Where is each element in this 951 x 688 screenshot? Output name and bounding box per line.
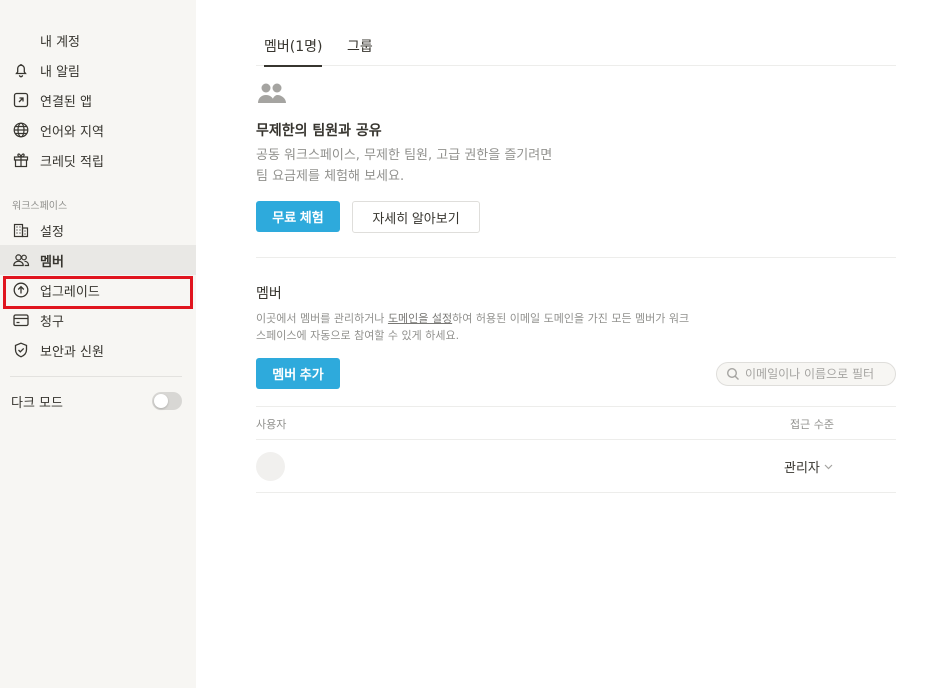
building-icon: [11, 220, 31, 240]
sidebar-item-label: 업그레이드: [40, 284, 100, 300]
sidebar: 내 계정 내 알림 연결된 앱 언어와 지역 크레딧 적립 워크스페이스 설정: [0, 0, 196, 688]
sidebar-item-label: 멤버: [40, 254, 64, 270]
credit-card-icon: [11, 310, 31, 330]
free-trial-button[interactable]: 무료 체험: [256, 201, 340, 232]
sidebar-item-settings[interactable]: 설정: [0, 215, 196, 245]
people-icon: [257, 82, 287, 108]
sidebar-item-label: 보안과 신원: [40, 344, 104, 360]
sidebar-item-security[interactable]: 보안과 신원: [0, 335, 196, 365]
add-member-button[interactable]: 멤버 추가: [256, 358, 340, 389]
sidebar-item-notifications[interactable]: 내 알림: [0, 55, 196, 85]
sidebar-item-label: 언어와 지역: [40, 124, 104, 140]
members-desc-line: 스페이스에 자동으로 참여할 수 있게 하세요.: [256, 329, 460, 342]
sidebar-item-label: 연결된 앱: [40, 94, 92, 110]
sidebar-divider: [10, 376, 182, 377]
members-desc-line: 이곳에서 멤버를 관리하거나 도메인을 설정하여 허용된 이메일 도메인을 가진…: [256, 310, 776, 327]
learn-more-button[interactable]: 자세히 알아보기: [352, 201, 480, 233]
sidebar-item-credits[interactable]: 크레딧 적립: [0, 145, 196, 175]
gift-icon: [11, 150, 31, 170]
sidebar-item-upgrade[interactable]: 업그레이드: [0, 275, 196, 305]
workspace-section-label: 워크스페이스: [12, 201, 68, 212]
sidebar-item-my-account[interactable]: 내 계정: [0, 25, 196, 55]
table-top-divider: [256, 406, 896, 407]
desc-text: 이곳에서 멤버를 관리하거나: [256, 312, 388, 325]
members-description: 이곳에서 멤버를 관리하거나 도메인을 설정하여 허용된 이메일 도메인을 가진…: [256, 310, 776, 344]
members-heading: 멤버: [256, 286, 282, 302]
sidebar-item-label: 내 알림: [40, 64, 81, 80]
search-icon: [726, 367, 739, 380]
sidebar-item-members[interactable]: 멤버: [0, 245, 196, 275]
access-level-value: 관리자: [784, 461, 820, 476]
blank-icon: [11, 30, 31, 50]
sidebar-item-label: 설정: [40, 224, 64, 240]
sidebar-item-billing[interactable]: 청구: [0, 305, 196, 335]
promo-title: 무제한의 팀원과 공유: [256, 123, 382, 139]
shield-check-icon: [11, 340, 31, 360]
search-input[interactable]: [745, 367, 885, 381]
promo-desc-line: 팀 요금제를 체험해 보세요.: [256, 169, 405, 184]
sidebar-item-language-region[interactable]: 언어와 지역: [0, 115, 196, 145]
table-row-divider: [256, 492, 896, 493]
column-header-access-level: 접근 수준: [790, 418, 834, 431]
access-level-dropdown[interactable]: 관리자: [784, 457, 833, 476]
set-domain-link[interactable]: 도메인을 설정: [388, 312, 452, 325]
dark-mode-label: 다크 모드: [11, 396, 63, 411]
sidebar-item-label: 청구: [40, 314, 64, 330]
external-link-icon: [11, 90, 31, 110]
member-filter-search[interactable]: [716, 362, 896, 386]
tab-members[interactable]: 멤버(1명): [264, 36, 323, 67]
tab-bar: 멤버(1명) 그룹: [256, 26, 896, 67]
column-header-user: 사용자: [256, 418, 287, 431]
globe-icon: [11, 120, 31, 140]
avatar: [256, 452, 285, 481]
sidebar-item-connected-apps[interactable]: 연결된 앱: [0, 85, 196, 115]
sidebar-item-label: 크레딧 적립: [40, 154, 104, 170]
bell-icon: [11, 60, 31, 80]
dark-mode-toggle[interactable]: [152, 392, 182, 410]
toggle-knob: [154, 394, 168, 408]
arrow-up-circle-icon: [11, 280, 31, 300]
chevron-down-icon: [824, 464, 833, 469]
tab-groups[interactable]: 그룹: [347, 36, 373, 56]
people-icon: [11, 250, 31, 270]
sidebar-item-label: 내 계정: [40, 34, 81, 50]
divider: [256, 257, 896, 258]
promo-desc-line: 공동 워크스페이스, 무제한 팀원, 고급 권한을 즐기려면: [256, 148, 553, 163]
promo-description: 공동 워크스페이스, 무제한 팀원, 고급 권한을 즐기려면 팀 요금제를 체험…: [256, 145, 616, 187]
desc-text: 하여 허용된 이메일 도메인을 가진 모든 멤버가 워크: [452, 312, 690, 325]
table-header-divider: [256, 439, 896, 440]
